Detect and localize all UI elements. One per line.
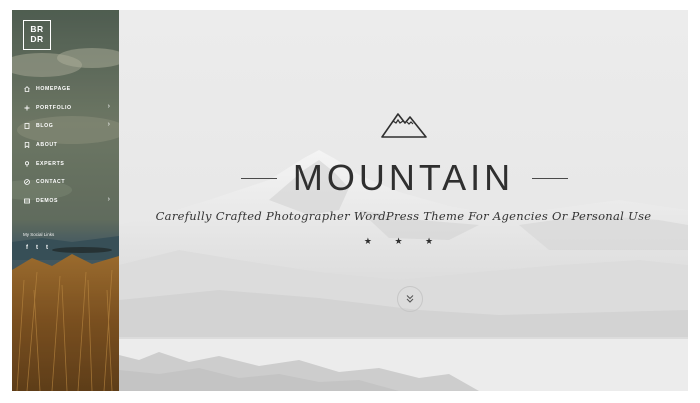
double-chevron-down-icon [406, 295, 414, 303]
nav-item-blog[interactable]: BLOG › [12, 117, 119, 136]
page-frame: MOUNTAIN Carefully Crafted Photographer … [12, 10, 688, 391]
nav-item-demos[interactable]: DEMOS › [12, 192, 119, 211]
facebook-icon[interactable]: f [26, 245, 28, 251]
hero-tagline: Carefully Crafted Photographer WordPress… [155, 209, 652, 223]
nav-item-about[interactable]: ABOUT [12, 136, 119, 155]
mountain-logo-icon [381, 113, 427, 138]
nav-label: ABOUT [36, 142, 58, 149]
hero-title: MOUNTAIN [292, 157, 515, 198]
bookmark-icon [22, 142, 32, 149]
nav-label: PORTFOLIO [36, 104, 72, 111]
star-divider: ★ ★ ★ [363, 236, 444, 246]
sidebar-nav: HOMEPAGE PORTFOLIO › BLOG › ABOUT EXPERT… [12, 80, 119, 210]
hero-section: MOUNTAIN Carefully Crafted Photographer … [119, 10, 688, 391]
nav-item-portfolio[interactable]: PORTFOLIO › [12, 99, 119, 118]
nav-item-homepage[interactable]: HOMEPAGE [12, 80, 119, 99]
nav-label: BLOG [36, 123, 54, 130]
nav-label: CONTACT [36, 179, 66, 186]
logo-line-1: BR [30, 24, 44, 34]
brand-logo[interactable]: BR DR [23, 20, 51, 50]
social-links: f t t [26, 245, 48, 251]
compass-icon [22, 179, 32, 186]
nav-label: DEMOS [36, 197, 59, 204]
plus-icon [22, 105, 32, 111]
hero-content: MOUNTAIN Carefully Crafted Photographer … [119, 10, 688, 391]
title-rule-right [532, 178, 568, 179]
nav-label: HOMEPAGE [36, 86, 71, 93]
home-icon [22, 86, 32, 93]
submenu-arrow-icon: › [107, 102, 110, 110]
nav-item-experts[interactable]: EXPERTS [12, 154, 119, 173]
twitter-icon[interactable]: t [36, 245, 38, 251]
nav-label: EXPERTS [36, 160, 65, 167]
nav-item-contact[interactable]: CONTACT [12, 173, 119, 192]
tumblr-icon[interactable]: t [46, 245, 48, 251]
pin-icon [22, 160, 32, 167]
page-icon [22, 123, 32, 130]
logo-line-2: DR [30, 34, 44, 44]
scroll-down-button[interactable] [397, 286, 423, 312]
stack-icon [22, 198, 32, 204]
submenu-arrow-icon: › [107, 195, 110, 203]
social-links-title: My Social Links [23, 232, 55, 237]
sidebar: BR DR HOMEPAGE PORTFOLIO › BLOG › ABOUT … [12, 10, 119, 391]
submenu-arrow-icon: › [107, 121, 110, 129]
